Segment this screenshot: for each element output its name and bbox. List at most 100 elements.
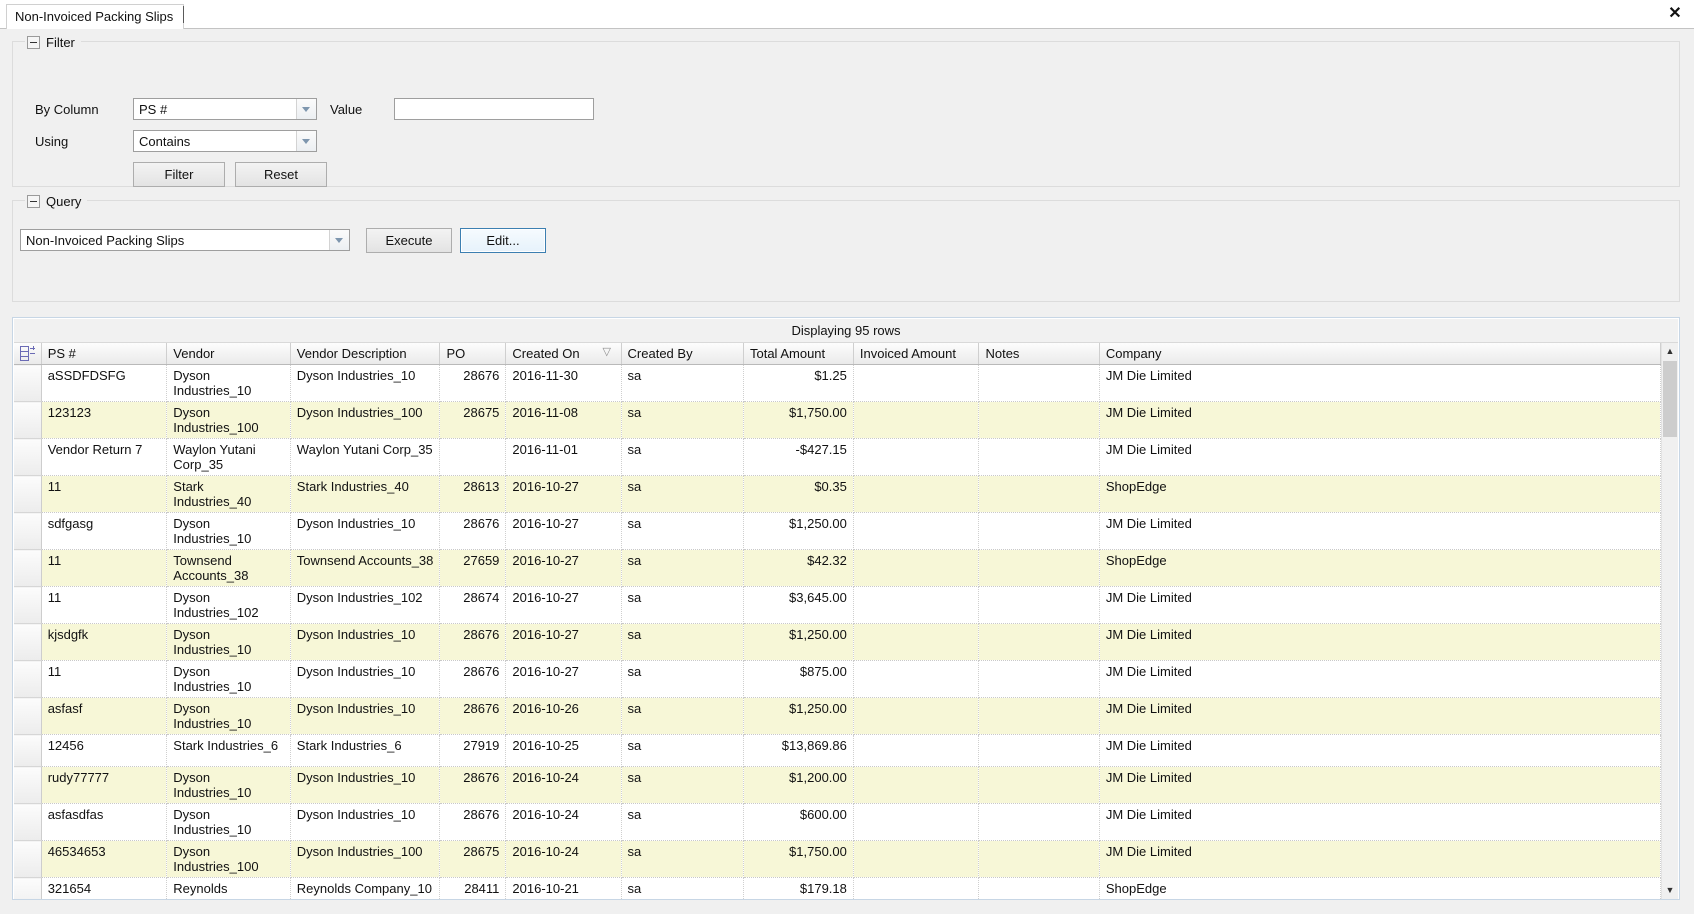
cell-invoiced[interactable] — [853, 803, 980, 841]
row-selector-cell[interactable] — [14, 877, 42, 899]
grid-vertical-scrollbar[interactable]: ▲ ▼ — [1661, 343, 1678, 899]
table-row[interactable]: 11 Stark Industries_40 Stark Industries_40… — [14, 475, 1662, 513]
chevron-down-icon[interactable] — [329, 230, 349, 250]
cell-total[interactable]: $13,869.86 — [743, 734, 854, 767]
cell-by[interactable]: sa — [621, 512, 744, 550]
cell-ps[interactable]: rudy77777 — [41, 766, 168, 804]
cell-created[interactable]: 2016-11-08 — [505, 401, 622, 439]
cell-created[interactable]: 2016-10-24 — [505, 766, 622, 804]
cell-invoiced[interactable] — [853, 549, 980, 587]
cell-po[interactable]: 28676 — [439, 766, 507, 804]
cell-po[interactable]: 28411 — [439, 877, 507, 899]
column-header-by[interactable]: Created By — [621, 343, 744, 365]
table-row[interactable]: 12456 Stark Industries_6 Stark Industries_… — [14, 734, 1662, 767]
table-row[interactable]: 11 Townsend Accounts_38 Townsend Accounts_… — [14, 549, 1662, 587]
cell-created[interactable]: 2016-10-27 — [505, 623, 622, 661]
cell-by[interactable]: sa — [621, 438, 744, 476]
cell-ps[interactable]: 11 — [41, 475, 168, 513]
cell-vdesc[interactable]: Dyson Industries_10 — [290, 623, 441, 661]
cell-invoiced[interactable] — [853, 586, 980, 624]
cell-total[interactable]: $3,645.00 — [743, 586, 854, 624]
table-row[interactable]: 11 Dyson Industries_10 Dyson Industries_10… — [14, 660, 1662, 698]
cell-invoiced[interactable] — [853, 660, 980, 698]
collapse-query-icon[interactable] — [27, 194, 40, 208]
column-header-po[interactable]: PO — [439, 343, 507, 365]
cell-notes[interactable] — [978, 549, 1100, 587]
cell-by[interactable]: sa — [621, 475, 744, 513]
cell-company[interactable]: JM Die Limited — [1099, 401, 1662, 439]
cell-po[interactable]: 27919 — [439, 734, 507, 767]
cell-vdesc[interactable]: Stark Industries_6 — [290, 734, 441, 767]
scrollbar-thumb[interactable] — [1663, 361, 1677, 437]
cell-created[interactable]: 2016-10-27 — [505, 512, 622, 550]
cell-by[interactable]: sa — [621, 766, 744, 804]
cell-vendor[interactable]: Townsend Accounts_38 — [166, 549, 291, 587]
reset-button[interactable]: Reset — [235, 162, 327, 187]
cell-notes[interactable] — [978, 766, 1100, 804]
cell-total[interactable]: $1,250.00 — [743, 623, 854, 661]
cell-vdesc[interactable]: Dyson Industries_10 — [290, 364, 441, 402]
cell-by[interactable]: sa — [621, 586, 744, 624]
cell-vdesc[interactable]: Dyson Industries_10 — [290, 766, 441, 804]
select-all-cell[interactable] — [14, 343, 42, 365]
row-selector-cell[interactable] — [14, 766, 42, 804]
cell-ps[interactable]: 12456 — [41, 734, 168, 767]
cell-po[interactable]: 28676 — [439, 697, 507, 735]
row-selector-cell[interactable] — [14, 803, 42, 841]
chevron-down-icon[interactable] — [296, 99, 316, 119]
cell-ps[interactable]: 11 — [41, 586, 168, 624]
cell-vdesc[interactable]: Reynolds Company_10 — [290, 877, 441, 899]
cell-ps[interactable]: asfasf — [41, 697, 168, 735]
cell-vdesc[interactable]: Townsend Accounts_38 — [290, 549, 441, 587]
cell-vendor[interactable]: Dyson Industries_100 — [166, 401, 291, 439]
cell-invoiced[interactable] — [853, 697, 980, 735]
by-column-select[interactable]: PS # — [133, 98, 317, 120]
cell-company[interactable]: JM Die Limited — [1099, 660, 1662, 698]
cell-invoiced[interactable] — [853, 734, 980, 767]
cell-created[interactable]: 2016-11-30 — [505, 364, 622, 402]
column-header-vdesc[interactable]: Vendor Description — [290, 343, 441, 365]
cell-invoiced[interactable] — [853, 623, 980, 661]
cell-notes[interactable] — [978, 877, 1100, 899]
query-select[interactable]: Non-Invoiced Packing Slips — [20, 229, 350, 251]
cell-vendor[interactable]: Dyson Industries_102 — [166, 586, 291, 624]
cell-vendor[interactable]: Dyson Industries_100 — [166, 840, 291, 878]
cell-total[interactable]: $600.00 — [743, 803, 854, 841]
cell-vendor[interactable]: Dyson Industries_10 — [166, 766, 291, 804]
cell-vdesc[interactable]: Waylon Yutani Corp_35 — [290, 438, 441, 476]
cell-vdesc[interactable]: Dyson Industries_10 — [290, 803, 441, 841]
cell-company[interactable]: JM Die Limited — [1099, 586, 1662, 624]
table-row[interactable]: 46534653 Dyson Industries_100 Dyson Indust… — [14, 840, 1662, 878]
cell-po[interactable]: 28676 — [439, 364, 507, 402]
table-row[interactable]: rudy77777 Dyson Industries_10 Dyson Indust… — [14, 766, 1662, 804]
table-row[interactable]: 123123 Dyson Industries_100 Dyson Industri… — [14, 401, 1662, 439]
cell-by[interactable]: sa — [621, 734, 744, 767]
cell-company[interactable]: JM Die Limited — [1099, 840, 1662, 878]
cell-company[interactable]: JM Die Limited — [1099, 766, 1662, 804]
cell-by[interactable]: sa — [621, 877, 744, 899]
cell-by[interactable]: sa — [621, 660, 744, 698]
cell-total[interactable]: $42.32 — [743, 549, 854, 587]
cell-po[interactable]: 28676 — [439, 660, 507, 698]
column-header-ps[interactable]: PS # — [41, 343, 168, 365]
table-row[interactable]: asfasdfas Dyson Industries_10 Dyson Indust… — [14, 803, 1662, 841]
cell-by[interactable]: sa — [621, 364, 744, 402]
cell-vendor[interactable]: Stark Industries_6 — [166, 734, 291, 767]
table-row[interactable]: sdfgasg Dyson Industries_10 Dyson Industri… — [14, 512, 1662, 550]
cell-invoiced[interactable] — [853, 877, 980, 899]
cell-by[interactable]: sa — [621, 697, 744, 735]
cell-by[interactable]: sa — [621, 803, 744, 841]
cell-invoiced[interactable] — [853, 766, 980, 804]
cell-vendor[interactable]: Reynolds Company_10 — [166, 877, 291, 899]
cell-created[interactable]: 2016-10-27 — [505, 586, 622, 624]
cell-invoiced[interactable] — [853, 475, 980, 513]
cell-created[interactable]: 2016-10-24 — [505, 803, 622, 841]
cell-created[interactable]: 2016-10-27 — [505, 549, 622, 587]
row-selector-cell[interactable] — [14, 512, 42, 550]
cell-notes[interactable] — [978, 475, 1100, 513]
cell-company[interactable]: JM Die Limited — [1099, 803, 1662, 841]
cell-total[interactable]: $875.00 — [743, 660, 854, 698]
scroll-up-icon[interactable]: ▲ — [1662, 343, 1678, 360]
cell-created[interactable]: 2016-10-27 — [505, 660, 622, 698]
cell-company[interactable]: ShopEdge — [1099, 549, 1662, 587]
